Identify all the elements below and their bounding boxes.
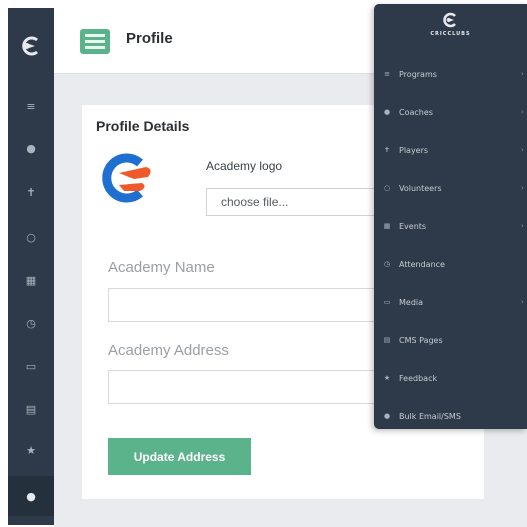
brand-logo-icon <box>442 12 456 28</box>
nav-item-programs[interactable]: ≡ Programs › <box>382 66 527 82</box>
rail-media-item[interactable]: ▭ <box>8 352 54 380</box>
nav-item-coaches[interactable]: ● Coaches › <box>382 104 527 120</box>
academy-name-label: Academy Name <box>108 259 215 276</box>
chevron-right-icon: › <box>521 70 524 78</box>
rail-attendance-item[interactable]: ◷ <box>8 309 54 337</box>
page-title: Profile <box>126 30 173 47</box>
calendar-icon: ▦ <box>383 222 391 230</box>
rail-coaches-item[interactable]: ● <box>8 134 54 162</box>
rail-volunteers-item[interactable]: ○ <box>8 223 54 251</box>
hand-icon: ○ <box>26 230 36 244</box>
list-icon: ≡ <box>384 70 390 78</box>
player-icon: ✝ <box>26 185 36 199</box>
chevron-right-icon: › <box>521 108 524 116</box>
nav-item-label: Bulk Email/SMS <box>399 411 461 421</box>
nav-item-label: Attendance <box>399 259 445 269</box>
rail-cms-item[interactable]: ▤ <box>8 395 54 423</box>
nav-item-label: Volunteers <box>399 183 442 193</box>
chevron-right-icon: › <box>521 146 524 154</box>
nav-item-cms-pages[interactable]: ▤ CMS Pages <box>382 332 527 348</box>
nav-dropdown-panel: CRICCLUBS ≡ Programs › ● Coaches › ✝ Pla… <box>374 4 527 429</box>
calendar-icon: ▦ <box>25 273 37 287</box>
icon-rail: ≡ ● ✝ ○ ▦ ◷ ▭ ▤ ★ ● <box>8 8 54 525</box>
user-icon: ● <box>383 108 391 116</box>
image-icon: ▭ <box>25 359 37 373</box>
star-icon: ★ <box>383 374 391 382</box>
nav-item-bulk-email-sms[interactable]: ● Bulk Email/SMS <box>382 408 527 424</box>
user-icon: ● <box>26 141 36 155</box>
card-title: Profile Details <box>96 118 190 134</box>
academy-logo-image <box>102 153 151 203</box>
brand-name: CRICCLUBS <box>430 31 471 37</box>
clock-icon: ◷ <box>383 260 391 268</box>
rail-feedback-item[interactable]: ★ <box>8 436 54 464</box>
nav-item-label: Media <box>399 297 424 307</box>
academy-address-label: Academy Address <box>108 342 229 359</box>
update-address-button[interactable]: Update Address <box>108 438 251 475</box>
nav-item-label: CMS Pages <box>399 335 443 345</box>
chevron-right-icon: › <box>521 184 524 192</box>
brand-header: CRICCLUBS <box>374 12 527 46</box>
nav-item-volunteers[interactable]: ○ Volunteers › <box>382 180 527 196</box>
hand-icon: ○ <box>383 184 391 192</box>
hamburger-menu-icon[interactable] <box>80 29 110 54</box>
player-icon: ✝ <box>384 146 390 154</box>
document-icon: ▤ <box>25 402 37 416</box>
rail-bulk-email-item[interactable]: ● <box>8 476 54 516</box>
nav-item-feedback[interactable]: ★ Feedback <box>382 370 527 386</box>
academy-logo-label: Academy logo <box>206 159 283 173</box>
academy-address-input[interactable] <box>108 370 408 404</box>
chat-icon: ● <box>26 489 36 503</box>
brand-logo-icon[interactable] <box>20 35 42 57</box>
clock-icon: ◷ <box>26 316 36 330</box>
rail-events-item[interactable]: ▦ <box>8 266 54 294</box>
chevron-right-icon: › <box>521 298 524 306</box>
chevron-right-icon: › <box>521 222 524 230</box>
image-icon: ▭ <box>383 298 391 306</box>
nav-item-label: Events <box>399 221 427 231</box>
document-icon: ▤ <box>383 336 391 344</box>
rail-programs-item[interactable]: ≡ <box>8 92 54 120</box>
nav-item-label: Programs <box>399 69 437 79</box>
star-icon: ★ <box>26 443 36 457</box>
nav-item-players[interactable]: ✝ Players › <box>382 142 527 158</box>
nav-item-media[interactable]: ▭ Media › <box>382 294 527 310</box>
nav-item-attendance[interactable]: ◷ Attendance <box>382 256 527 272</box>
nav-item-label: Coaches <box>399 107 433 117</box>
list-icon: ≡ <box>26 99 36 113</box>
nav-item-label: Players <box>399 145 429 155</box>
nav-item-label: Feedback <box>399 373 438 383</box>
nav-item-events[interactable]: ▦ Events › <box>382 218 527 234</box>
academy-name-input[interactable] <box>108 288 408 322</box>
chat-icon: ● <box>383 412 391 420</box>
rail-players-item[interactable]: ✝ <box>8 178 54 206</box>
